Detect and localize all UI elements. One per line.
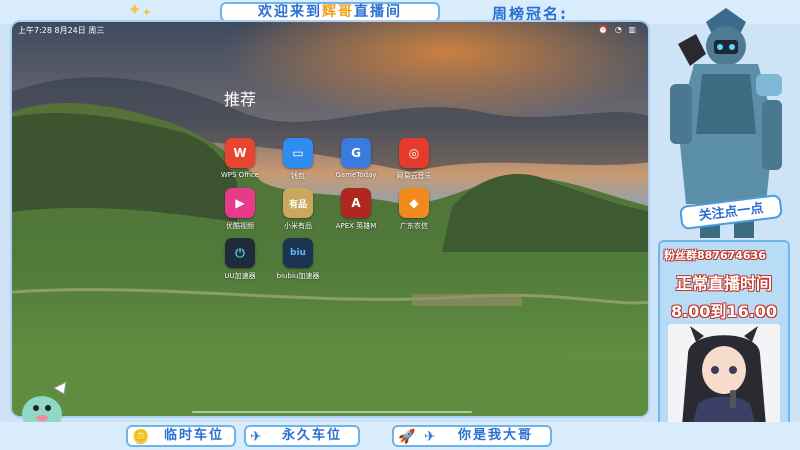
anime-girl-illustration bbox=[668, 324, 780, 426]
status-icons: ⏰ ◔ ▥ bbox=[598, 25, 638, 34]
gold-bar-icon: 🪙 bbox=[132, 429, 152, 445]
stream-info-panel: 粉丝群887674636 正常直播时间 8.00到16.00 bbox=[658, 240, 790, 430]
permanent-car-label: 永久车位 bbox=[282, 428, 343, 443]
big-brother-label: 你是我大哥 bbox=[458, 428, 534, 443]
app-label: 网易云音乐 bbox=[396, 172, 432, 180]
app-label: 优酷视频 bbox=[226, 222, 254, 230]
app-biubiu-accelerator[interactable]: biu biubiu加速器 bbox=[268, 238, 328, 281]
app-netease-music[interactable]: ◎ 网易云音乐 bbox=[384, 138, 444, 181]
welcome-title: 欢迎来到辉哥直播间 bbox=[220, 2, 440, 22]
wps-office-icon: W bbox=[225, 138, 255, 168]
welcome-text: 欢迎来到 bbox=[258, 4, 322, 20]
app-label: 钱包 bbox=[291, 172, 305, 180]
app-label: biubiu加速器 bbox=[276, 272, 320, 280]
temp-car-label: 临时车位 bbox=[164, 428, 225, 443]
streamer-name: 辉哥 bbox=[322, 4, 354, 20]
tablet-screen: 上午7:28 8月24日 周三 ⏰ ◔ ▥ 推荐 W WPS Office ▭ … bbox=[10, 20, 650, 418]
live-time-title: 正常直播时间 bbox=[675, 274, 772, 293]
app-label: 小米有品 bbox=[284, 222, 312, 230]
app-label: UU加速器 bbox=[224, 272, 256, 280]
gesture-nav-handle[interactable] bbox=[192, 411, 472, 413]
guangdong-rural-credit-icon: ◆ bbox=[399, 188, 429, 218]
big-brother-badge: 🚀 ✈ 你是我大哥 bbox=[392, 425, 552, 447]
sparkle-icon: ✦ bbox=[142, 6, 152, 19]
live-time-hours: 8.00到16.00 bbox=[670, 302, 778, 321]
netease-music-icon: ◎ bbox=[399, 138, 429, 168]
app-xiaomi-youpin[interactable]: 有品 小米有品 bbox=[268, 188, 328, 231]
youku-icon: ▶ bbox=[225, 188, 255, 218]
app-label: GameToday bbox=[335, 171, 377, 179]
status-time-date: 上午7:28 8月24日 周三 bbox=[18, 26, 105, 35]
wallet-icon: ▭ bbox=[283, 138, 313, 168]
apex-mobile-icon: A bbox=[341, 188, 371, 218]
app-apex-mobile[interactable]: A APEX 英雄M bbox=[326, 188, 386, 231]
permanent-car-badge: ✈ 永久车位 bbox=[244, 425, 360, 447]
temp-car-badge: 🪙 临时车位 bbox=[126, 425, 236, 447]
gametoday-icon: G bbox=[341, 138, 371, 168]
app-gametoday[interactable]: G GameToday bbox=[326, 138, 386, 179]
app-guangdong-rural-credit[interactable]: ◆ 广东农信 bbox=[384, 188, 444, 231]
anime-girl-avatar bbox=[668, 324, 780, 426]
app-label: APEX 英雄M bbox=[335, 222, 377, 230]
app-wallet[interactable]: ▭ 钱包 bbox=[268, 138, 328, 181]
recommended-title: 推荐 bbox=[224, 90, 257, 109]
rocket-icon: 🚀 bbox=[398, 429, 418, 445]
uu-accelerator-icon: ⏻ bbox=[225, 238, 255, 268]
app-youku[interactable]: ▶ 优酷视频 bbox=[210, 188, 270, 231]
app-wps-office[interactable]: W WPS Office bbox=[210, 138, 270, 179]
status-bar: 上午7:28 8月24日 周三 ⏰ ◔ ▥ bbox=[12, 22, 648, 38]
jet-icon: ✈ bbox=[424, 429, 438, 445]
bottom-bar: 🪙 临时车位 ✈ 永久车位 🚀 ✈ 你是我大哥 bbox=[0, 422, 800, 450]
sparkle-icon: ✦ bbox=[128, 0, 142, 19]
biubiu-accelerator-icon: biu bbox=[283, 238, 313, 268]
fan-group-number: 粉丝群887674636 bbox=[664, 249, 766, 262]
app-label: WPS Office bbox=[220, 171, 260, 179]
app-label: 广东农信 bbox=[400, 222, 428, 230]
xiaomi-youpin-icon: 有品 bbox=[283, 188, 313, 218]
app-uu-accelerator[interactable]: ⏻ UU加速器 bbox=[210, 238, 270, 281]
room-text: 直播间 bbox=[354, 4, 402, 20]
airplane-icon: ✈ bbox=[250, 429, 264, 445]
